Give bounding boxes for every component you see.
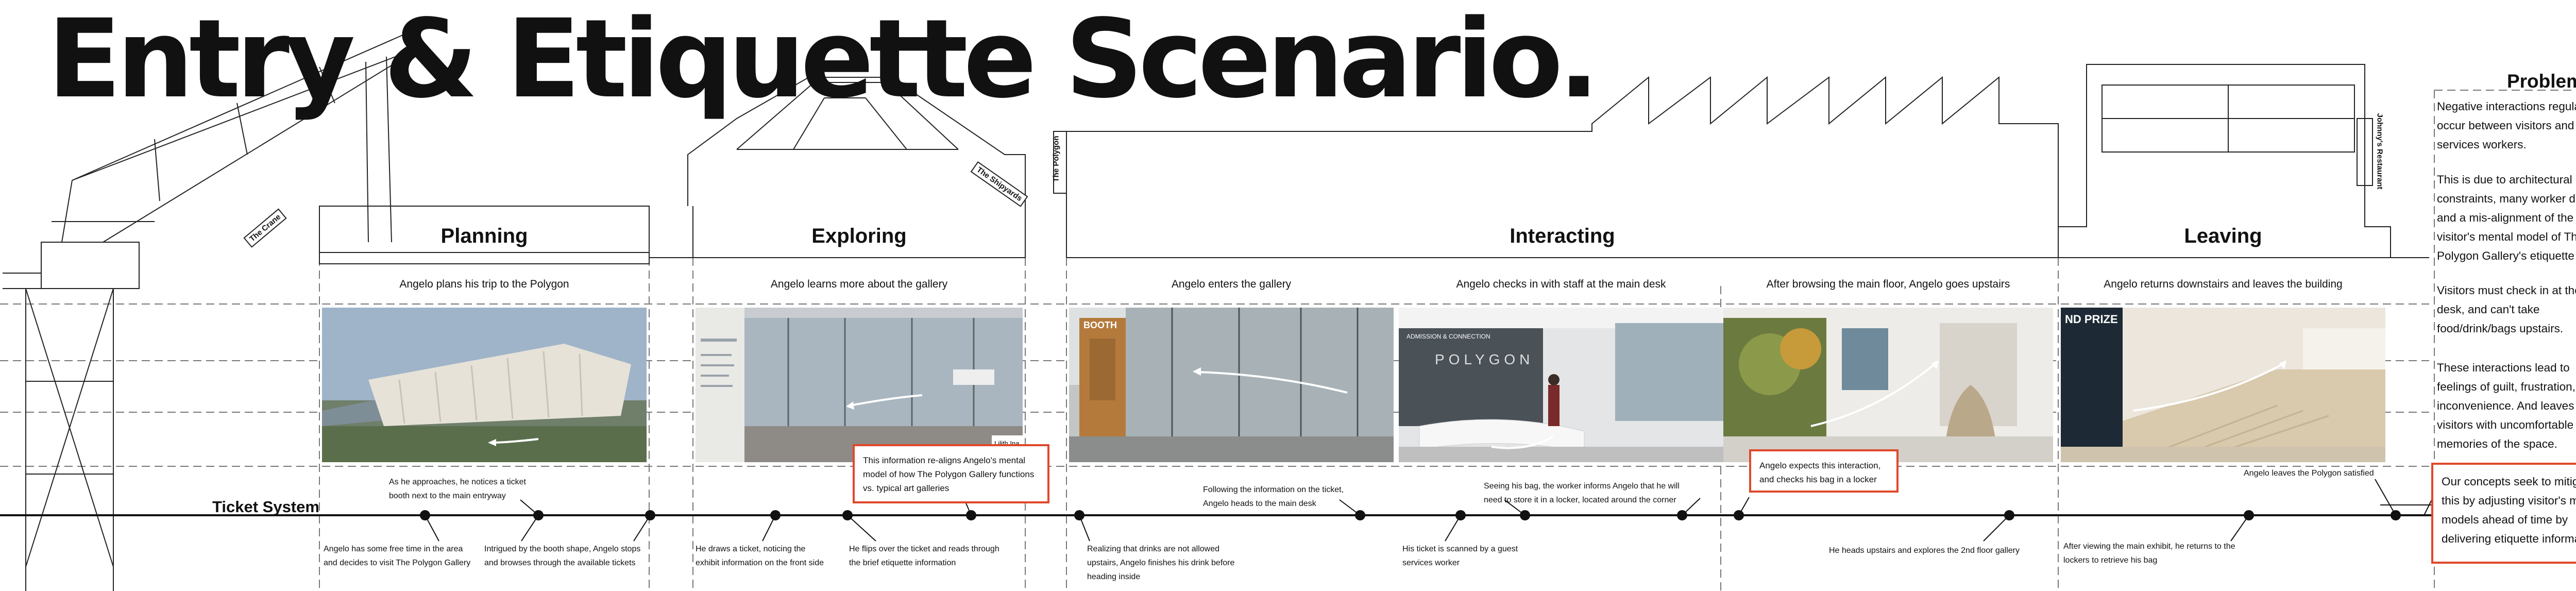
caption-planning: Angelo plans his trip to the Polygon — [399, 278, 569, 290]
note-finishes-drink: Realizing that drinks are not allowed up… — [1087, 545, 1235, 581]
timeline-dot — [645, 510, 655, 520]
note-free-time: Angelo has some free time in the area an… — [324, 545, 471, 567]
admission-sign-text: ADMISSION & CONNECTION — [1406, 333, 1490, 340]
timeline-dot — [1734, 510, 1744, 520]
note-heads-upstairs: He heads upstairs and explores the 2nd f… — [1829, 546, 2020, 555]
photo-ticket-booth: BOOTH — [1069, 308, 1394, 462]
timeline-dot — [770, 510, 781, 520]
polygon-sign: The Polygon — [1052, 136, 1061, 182]
timeline-dot — [1355, 510, 1365, 520]
note-heads-to-desk: Following the information on the ticket,… — [1203, 485, 1344, 508]
problem-paragraph-1: Negative interactions regularly occur be… — [2437, 100, 2576, 151]
caption-enters: Angelo enters the gallery — [1171, 278, 1292, 290]
timeline-dot — [533, 510, 544, 520]
note-approaches: As he approaches, he notices a ticket bo… — [389, 478, 526, 500]
polygon-letters-text: POLYGON — [1435, 351, 1534, 367]
problem-title: Problem — [2506, 71, 2576, 92]
photo-main-floor — [1723, 308, 2053, 462]
photo-gallery-exterior — [322, 308, 647, 462]
timeline-dot — [2004, 510, 2014, 520]
page-title: Entry & Etiquette Scenario. — [47, 0, 1599, 122]
restaurant-sign: Johnny's Restaurant — [2375, 113, 2384, 190]
note-flips-ticket: He flips over the ticket and reads throu… — [849, 545, 999, 567]
phase-exploring-title: Exploring — [811, 225, 907, 247]
concept-text: Our concepts seek to mitigate this by ad… — [2442, 475, 2576, 545]
phase-interacting-title: Interacting — [1510, 225, 1615, 247]
callout-mental-model-text: This information re-aligns Angelo's ment… — [863, 455, 1035, 493]
timeline-dot — [1455, 510, 1466, 520]
timeline-dot — [2244, 510, 2254, 520]
callout-mental-model: This information re-aligns Angelo's ment… — [853, 444, 1049, 503]
concept-callout: Our concepts seek to mitigate this by ad… — [2431, 463, 2576, 564]
note-intrigued: Intrigued by the booth shape, Angelo sto… — [484, 545, 641, 567]
phase-leaving-title: Leaving — [2184, 225, 2262, 247]
timeline-dot — [1520, 510, 1530, 520]
caption-leaves: Angelo returns downstairs and leaves the… — [2104, 278, 2343, 290]
prize-sign-text: ND PRIZE — [2065, 313, 2118, 326]
note-leaves-satisfied: Angelo leaves the Polygon satisfied — [2244, 469, 2374, 478]
caption-upstairs: After browsing the main floor, Angelo go… — [1766, 278, 2010, 290]
note-draws-ticket: He draws a ticket, noticing the exhibit … — [696, 545, 824, 567]
callout-expects-text: Angelo expects this interaction, and che… — [1759, 461, 1881, 484]
ticket-system-label: Ticket System — [212, 498, 319, 516]
timeline-dot — [842, 510, 853, 520]
problem-paragraph-4: These interactions lead to feelings of g… — [2437, 361, 2576, 450]
phase-planning-title: Planning — [440, 225, 528, 247]
timeline-dot — [966, 510, 976, 520]
problem-paragraph-2: This is due to architectural constraints… — [2437, 173, 2576, 262]
timeline-dot — [420, 510, 430, 520]
photo-exit-stairs: ND PRIZE — [2061, 308, 2385, 462]
caption-checks-in: Angelo checks in with staff at the main … — [1456, 278, 1666, 290]
timeline-dot — [2391, 510, 2401, 520]
photo-gallery-interior-lobby: Lilith Ina — [696, 308, 1023, 462]
photo-main-desk: ADMISSION & CONNECTION POLYGON — [1399, 308, 1723, 462]
caption-exploring: Angelo learns more about the gallery — [770, 278, 948, 290]
timeline-dot — [1677, 510, 1687, 520]
booth-sign-text: BOOTH — [1083, 320, 1117, 330]
note-store-bag: Seeing his bag, the worker informs Angel… — [1484, 482, 1680, 504]
problem-paragraph-3: Visitors must check in at the main desk,… — [2437, 284, 2576, 335]
timeline-dot — [1074, 510, 1084, 520]
note-ticket-scanned: His ticket is scanned by a guest service… — [1402, 545, 1518, 567]
callout-expects-interaction: Angelo expects this interaction, and che… — [1749, 449, 1899, 493]
note-retrieve-bag: After viewing the main exhibit, he retur… — [2063, 542, 2235, 565]
